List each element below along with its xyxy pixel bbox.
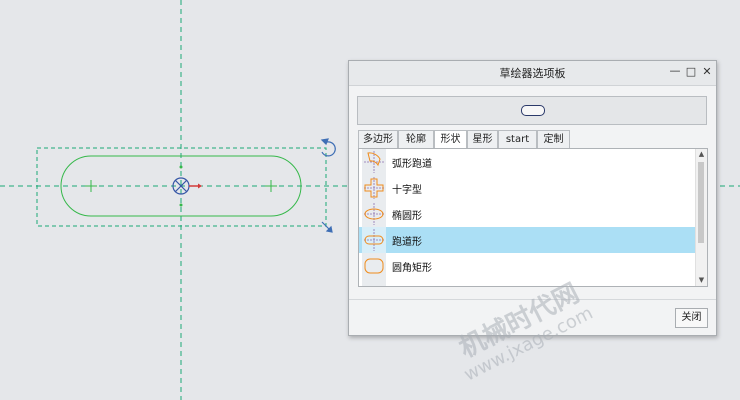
racetrack-icon bbox=[362, 227, 386, 253]
partial-item-icon bbox=[362, 279, 386, 286]
tab-custom[interactable]: 定制 bbox=[537, 130, 570, 148]
cross-shape-icon bbox=[362, 175, 386, 201]
scroll-thumb[interactable] bbox=[698, 162, 704, 243]
tab-shapes[interactable]: 形状 bbox=[434, 130, 467, 149]
rotate-handle[interactable] bbox=[320, 138, 336, 157]
dialog-title: 草绘器选项板 bbox=[499, 67, 566, 80]
arc-racetrack-icon bbox=[362, 149, 386, 175]
list-item-label: 弧形跑道 bbox=[392, 159, 432, 170]
list-item-partial bbox=[359, 279, 696, 286]
scroll-up-icon[interactable]: ▲ bbox=[696, 149, 707, 160]
tab-star[interactable]: 星形 bbox=[467, 130, 498, 148]
scroll-down-icon[interactable]: ▼ bbox=[696, 275, 707, 286]
list-item-ellipse[interactable]: 椭圆形 bbox=[359, 201, 696, 227]
close-button[interactable]: 关闭 bbox=[675, 308, 708, 328]
ellipse-icon bbox=[362, 201, 386, 227]
list-item-label: 椭圆形 bbox=[392, 211, 422, 222]
shape-preview bbox=[357, 96, 707, 125]
list-item-racetrack[interactable]: 跑道形 bbox=[359, 227, 696, 253]
tab-profile[interactable]: 轮廓 bbox=[398, 130, 434, 148]
shape-list: 弧形跑道 十字型 椭圆形 跑道形 圆角矩形 ▲ ▼ bbox=[358, 148, 708, 287]
list-item-label: 跑道形 bbox=[392, 237, 422, 248]
list-scrollbar[interactable]: ▲ ▼ bbox=[695, 149, 707, 286]
dialog-titlebar[interactable]: 草绘器选项板 — □ ✕ bbox=[349, 61, 716, 86]
right-center-mark bbox=[265, 180, 277, 192]
list-item-label: 十字型 bbox=[392, 185, 422, 196]
left-center-mark bbox=[85, 180, 97, 192]
maximize-icon[interactable]: □ bbox=[685, 65, 697, 79]
list-item-rounded-rectangle[interactable]: 圆角矩形 bbox=[359, 253, 696, 279]
tab-start[interactable]: start bbox=[498, 130, 537, 148]
top-anchor-dot bbox=[179, 165, 183, 169]
scale-handle[interactable] bbox=[321, 221, 333, 233]
tab-polygon[interactable]: 多边形 bbox=[358, 130, 398, 148]
move-handle[interactable] bbox=[172, 177, 202, 195]
list-item-cross[interactable]: 十字型 bbox=[359, 175, 696, 201]
close-icon[interactable]: ✕ bbox=[701, 65, 713, 79]
rounded-rectangle-icon bbox=[362, 253, 386, 279]
racetrack-preview-icon bbox=[521, 105, 545, 116]
list-item-arc-racetrack[interactable]: 弧形跑道 bbox=[359, 149, 696, 175]
list-item-label: 圆角矩形 bbox=[392, 263, 432, 274]
minimize-icon[interactable]: — bbox=[669, 64, 681, 78]
bottom-anchor-dot bbox=[179, 203, 183, 207]
